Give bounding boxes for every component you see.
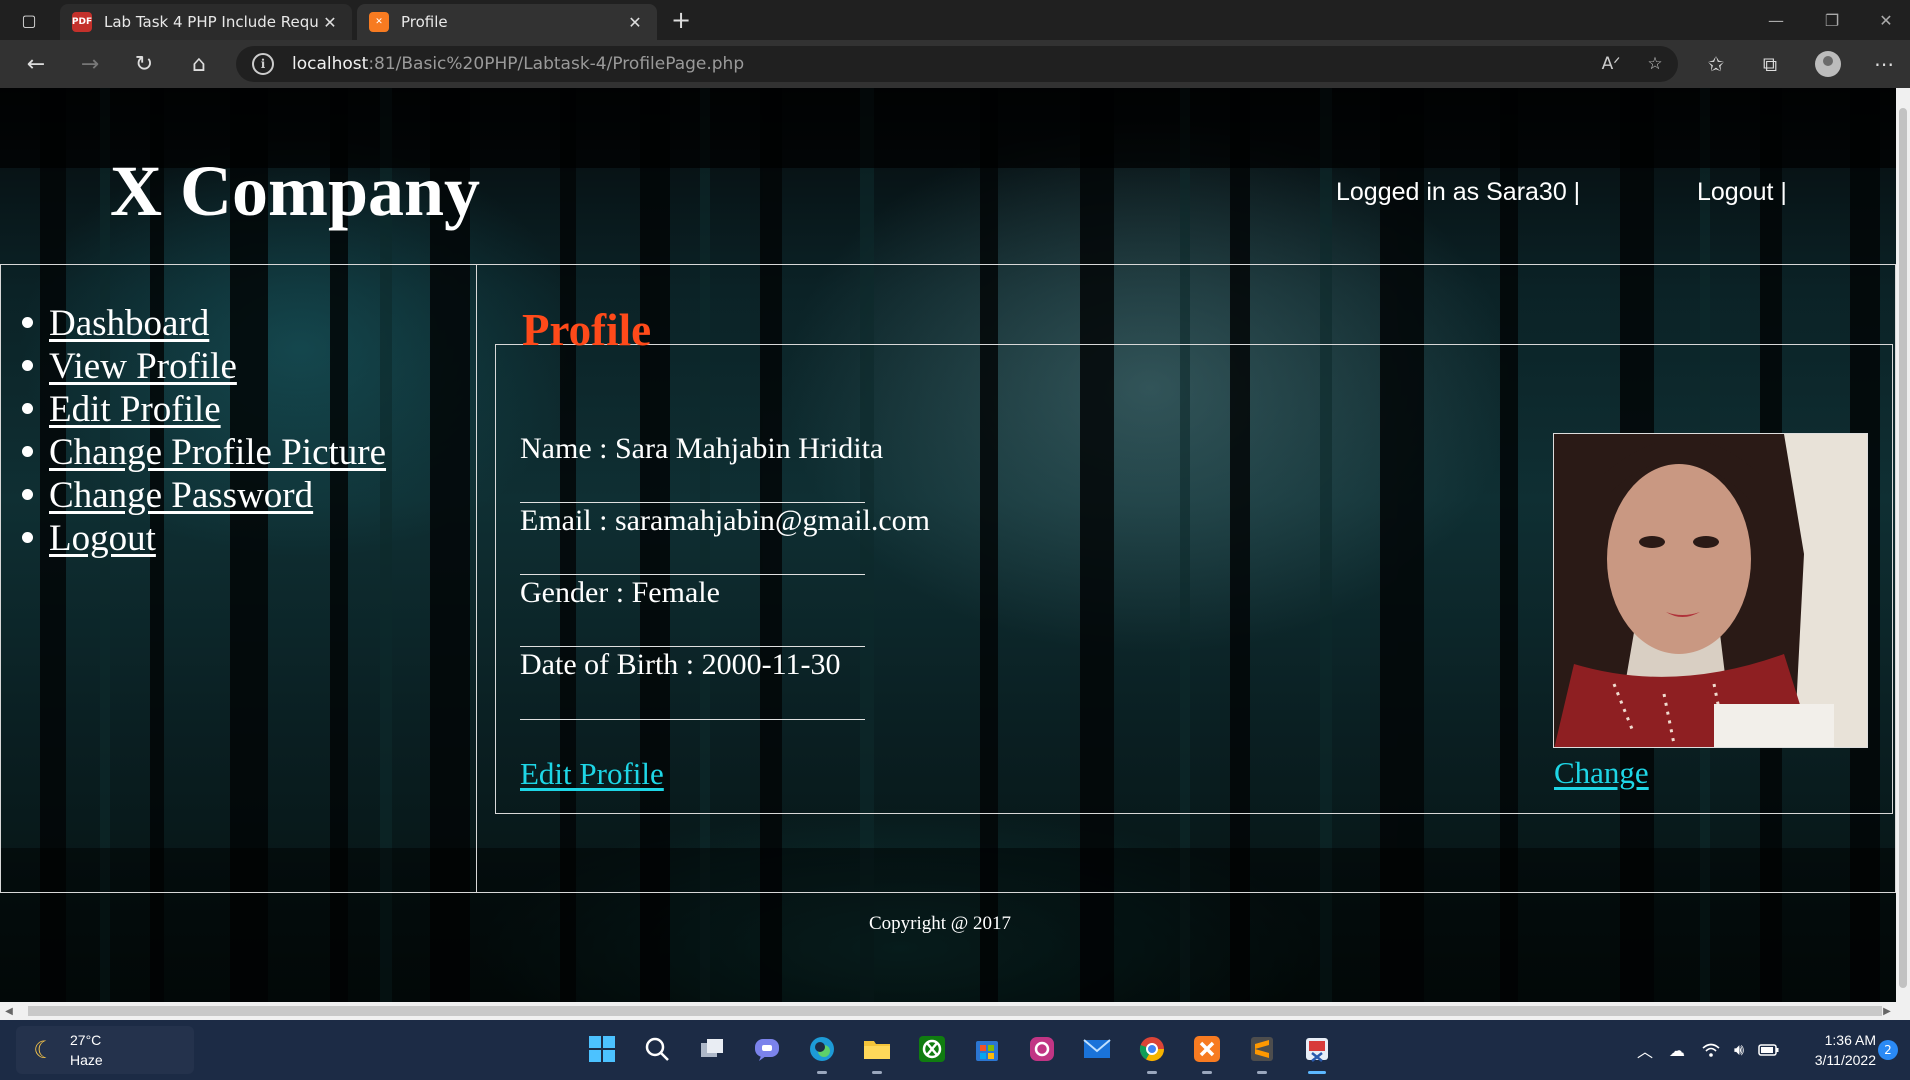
sidebar-item-logout[interactable]: Logout [22, 517, 156, 560]
xampp-taskbar-icon[interactable] [1190, 1032, 1224, 1074]
volume-icon[interactable]: 🔊︎ [1726, 1038, 1752, 1062]
onedrive-icon[interactable]: ☁ [1664, 1038, 1690, 1062]
search-icon[interactable] [640, 1032, 674, 1066]
favorites-icon[interactable]: ✩ [1700, 50, 1732, 78]
header-logout-link[interactable]: Logout | [1697, 178, 1787, 207]
tab-actions-icon[interactable]: ▢ [16, 8, 42, 32]
new-tab-icon[interactable]: + [666, 6, 696, 34]
site-title: X Company [110, 151, 481, 231]
moon-icon: ☾ [33, 1036, 55, 1064]
tab-title: Profile [401, 13, 448, 31]
teams-chat-icon[interactable] [750, 1032, 784, 1066]
instagram-icon[interactable] [1025, 1032, 1059, 1066]
weather-temp: 27°C [70, 1032, 102, 1048]
profile-picture [1553, 433, 1868, 748]
pdf-icon: PDF [72, 12, 92, 32]
horizontal-scrollbar[interactable]: ◀ ▶ [0, 1002, 1910, 1020]
clock-date: 3/11/2022 [1814, 1052, 1876, 1068]
divider [520, 502, 865, 503]
file-explorer-icon[interactable] [860, 1032, 894, 1074]
profile-name: Name : Sara Mahjabin Hridita [520, 432, 884, 465]
divider [520, 719, 865, 720]
taskbar: ☾ 27°C Haze ︿ ☁ 🔊︎ 1:36 AM 3/11/2022 2 [0, 1020, 1910, 1080]
chrome-icon[interactable] [1135, 1032, 1169, 1074]
back-icon[interactable]: ← [18, 48, 54, 80]
scroll-right-icon[interactable]: ▶ [1880, 1004, 1894, 1018]
snipping-tool-icon[interactable] [1300, 1032, 1334, 1074]
battery-icon[interactable] [1756, 1038, 1782, 1062]
edit-profile-link[interactable]: Edit Profile [520, 756, 664, 792]
xampp-icon: ✕ [369, 12, 389, 32]
show-hidden-icons-icon[interactable]: ︿ [1632, 1038, 1658, 1062]
sidebar-item-view-profile[interactable]: View Profile [22, 345, 237, 388]
wifi-icon[interactable] [1698, 1038, 1724, 1062]
notification-badge[interactable]: 2 [1878, 1040, 1898, 1060]
address-bar[interactable]: i localhost:81/Basic%20PHP/Labtask-4/Pro… [236, 46, 1678, 82]
close-icon[interactable]: ✕ [625, 13, 645, 32]
task-view-icon[interactable] [695, 1032, 729, 1066]
close-icon[interactable]: ✕ [320, 13, 340, 32]
browser-toolbar: ← → ↻ ⌂ i localhost:81/Basic%20PHP/Labta… [0, 40, 1910, 88]
sidebar-item-edit-profile[interactable]: Edit Profile [22, 388, 221, 431]
restore-icon[interactable]: ❐ [1804, 0, 1860, 40]
divider [520, 574, 865, 575]
sidebar-item-change-picture[interactable]: Change Profile Picture [22, 431, 386, 474]
site-info-icon[interactable]: i [252, 53, 274, 75]
tab-strip: ▢ PDF Lab Task 4 PHP Include Require ✕ ✕… [0, 0, 1910, 40]
minimize-icon[interactable]: — [1748, 0, 1804, 40]
collections-icon[interactable]: ⧉ [1754, 50, 1786, 78]
sidebar-item-dashboard[interactable]: Dashboard [22, 302, 209, 345]
edge-icon[interactable] [805, 1032, 839, 1074]
profile-legend: Profile [522, 305, 652, 355]
profile-avatar-icon[interactable] [1812, 50, 1844, 78]
clock-time: 1:36 AM [1824, 1032, 1876, 1048]
system-clock[interactable]: 1:36 AM 3/11/2022 [1796, 1030, 1876, 1070]
store-icon[interactable] [970, 1032, 1004, 1066]
logged-in-text: Logged in as Sara30 | [1336, 178, 1581, 206]
page-viewport: X Company Logged in as Sara30 | Logout |… [0, 88, 1896, 1002]
forward-icon[interactable]: → [72, 48, 108, 80]
vertical-scrollbar[interactable] [1896, 88, 1910, 1002]
horizontal-scroll-thumb[interactable] [28, 1006, 1882, 1016]
scroll-left-icon[interactable]: ◀ [2, 1004, 16, 1018]
weather-widget[interactable]: ☾ 27°C Haze [16, 1026, 194, 1074]
start-icon[interactable] [585, 1032, 619, 1066]
read-aloud-icon[interactable]: Aᐟ [1596, 52, 1626, 76]
tab-lab-task[interactable]: PDF Lab Task 4 PHP Include Require ✕ [60, 4, 352, 40]
profile-gender: Gender : Female [520, 576, 720, 609]
mail-icon[interactable] [1080, 1032, 1114, 1066]
profile-email: Email : saramahjabin@gmail.com [520, 504, 931, 537]
home-icon[interactable]: ⌂ [181, 48, 217, 80]
divider [520, 646, 865, 647]
sublime-text-icon[interactable] [1245, 1032, 1279, 1074]
add-favorite-icon[interactable]: ☆ [1640, 52, 1670, 76]
more-icon[interactable]: ⋯ [1868, 50, 1900, 78]
profile-dob: Date of Birth : 2000-11-30 [520, 648, 841, 681]
refresh-icon[interactable]: ↻ [126, 48, 162, 80]
footer-copyright: Copyright @ 2017 [868, 913, 1012, 934]
xbox-icon[interactable] [915, 1032, 949, 1066]
change-picture-link[interactable]: Change [1554, 755, 1649, 791]
tab-profile[interactable]: ✕ Profile ✕ [357, 4, 657, 40]
weather-desc: Haze [70, 1052, 103, 1068]
profile-photo-illustration [1554, 434, 1867, 747]
sidebar-item-change-password[interactable]: Change Password [22, 474, 313, 517]
address-url: localhost:81/Basic%20PHP/Labtask-4/Profi… [292, 54, 745, 74]
window-close-icon[interactable]: ✕ [1858, 0, 1910, 40]
tab-title: Lab Task 4 PHP Include Require [104, 13, 320, 31]
